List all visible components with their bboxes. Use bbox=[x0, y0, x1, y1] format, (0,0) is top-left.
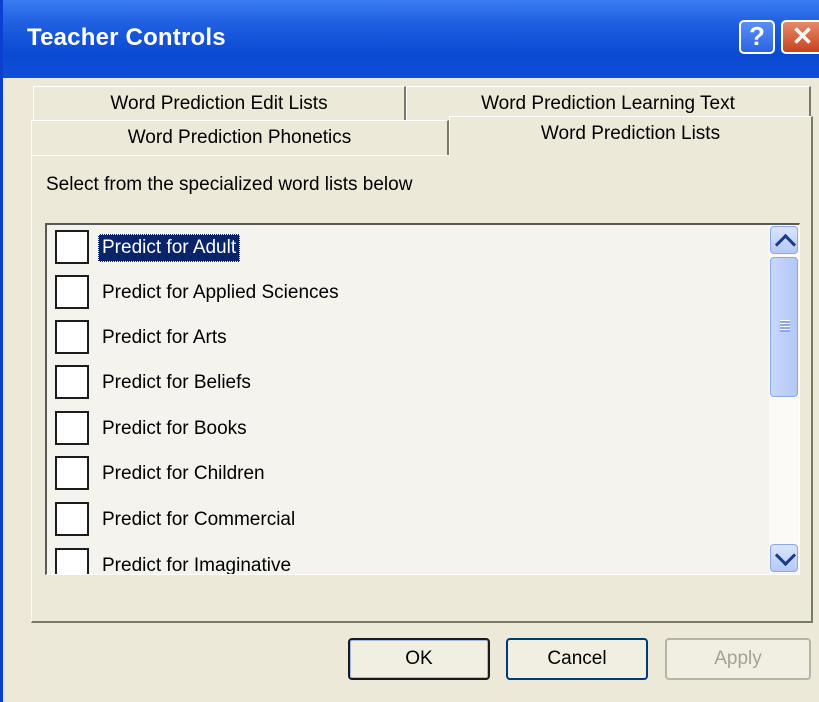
vertical-scrollbar[interactable] bbox=[769, 225, 799, 573]
list-item-label[interactable]: Predict for Imaginative bbox=[98, 552, 295, 574]
ok-button[interactable]: OK bbox=[348, 638, 490, 680]
dialog-window: Teacher Controls ? ✕ Word Prediction Edi… bbox=[0, 0, 819, 702]
close-button[interactable]: ✕ bbox=[781, 20, 819, 54]
list-item-label[interactable]: Predict for Books bbox=[98, 415, 251, 443]
list-item-checkbox[interactable] bbox=[55, 456, 89, 490]
list-item-label[interactable]: Predict for Adult bbox=[98, 234, 241, 262]
scroll-down-button[interactable] bbox=[770, 544, 798, 572]
list-item-checkbox[interactable] bbox=[55, 320, 89, 354]
word-list-listbox[interactable]: Predict for Adult Predict for Applied Sc… bbox=[45, 223, 800, 575]
tab-word-prediction-edit-lists[interactable]: Word Prediction Edit Lists bbox=[33, 86, 406, 122]
list-item-label[interactable]: Predict for Beliefs bbox=[98, 369, 255, 397]
tab-word-prediction-phonetics[interactable]: Word Prediction Phonetics bbox=[31, 120, 449, 156]
grip-icon bbox=[780, 320, 790, 332]
list-item-checkbox[interactable] bbox=[55, 230, 89, 264]
list-item-checkbox[interactable] bbox=[55, 275, 89, 309]
help-button[interactable]: ? bbox=[739, 20, 775, 54]
apply-button[interactable]: Apply bbox=[665, 638, 811, 680]
list-item-checkbox[interactable] bbox=[55, 548, 89, 574]
chevron-up-icon bbox=[774, 233, 797, 256]
tab-word-prediction-lists[interactable]: Word Prediction Lists bbox=[449, 116, 813, 158]
list-item-label[interactable]: Predict for Arts bbox=[98, 324, 231, 352]
scroll-up-button[interactable] bbox=[770, 226, 798, 256]
title-bar[interactable]: Teacher Controls ? ✕ bbox=[3, 0, 819, 78]
list-item-label[interactable]: Predict for Commercial bbox=[98, 506, 299, 534]
scrollbar-thumb[interactable] bbox=[770, 257, 798, 397]
cancel-button[interactable]: Cancel bbox=[506, 638, 648, 680]
instruction-label: Select from the specialized word lists b… bbox=[46, 174, 413, 195]
chevron-down-icon bbox=[774, 544, 797, 567]
window-title: Teacher Controls bbox=[27, 24, 226, 51]
tab-panel: Select from the specialized word lists b… bbox=[31, 155, 813, 623]
list-item-checkbox[interactable] bbox=[55, 365, 89, 399]
list-item-label[interactable]: Predict for Children bbox=[98, 460, 269, 488]
list-item-checkbox[interactable] bbox=[55, 502, 89, 536]
list-item-label[interactable]: Predict for Applied Sciences bbox=[98, 279, 343, 307]
list-item-checkbox[interactable] bbox=[55, 411, 89, 445]
